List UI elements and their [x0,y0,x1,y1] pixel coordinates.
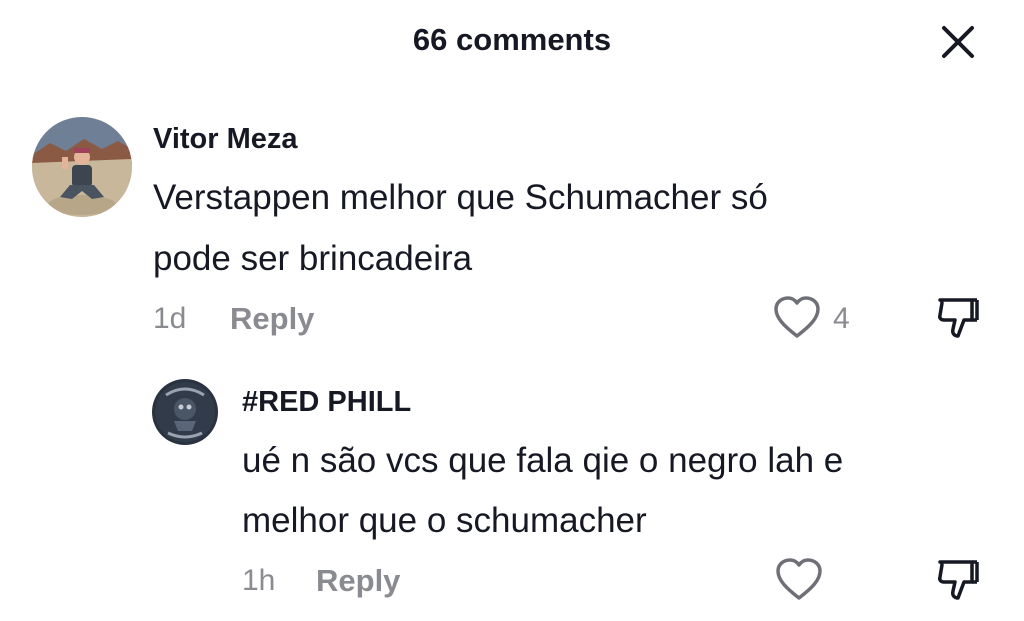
comment-username[interactable]: Vitor Meza [153,123,298,156]
comment-text-line: Verstappen melhor que Schumacher só [153,178,768,217]
heart-outline-icon [774,296,820,338]
user-avatar-photo [32,117,132,217]
like-count: 4 [833,302,850,335]
reply-button[interactable]: Reply [230,301,314,337]
thumbs-down-icon [938,298,979,338]
like-button[interactable] [772,294,822,342]
close-icon [942,26,974,58]
thumbs-down-icon [938,560,979,600]
comments-count-title: 66 comments [412,22,612,57]
comment-timestamp: 1h [242,564,276,597]
like-button[interactable] [774,556,824,604]
close-button[interactable] [936,20,980,64]
comment-timestamp: 1d [153,302,187,335]
dislike-button[interactable] [934,294,982,342]
comment-text-line: pode ser brincadeira [153,239,473,278]
avatar[interactable] [152,379,218,445]
comment-username[interactable]: #RED PHILL [242,386,411,419]
comment-text-line: ué n são vcs que fala qie o negro lah e [242,441,844,480]
avatar[interactable] [32,117,132,217]
heart-outline-icon [776,558,822,600]
reply-button[interactable]: Reply [316,563,400,599]
dislike-button[interactable] [934,556,982,604]
comment-text-line: melhor que o schumacher [242,501,647,540]
user-avatar-dark-emblem [152,379,218,445]
comments-header: 66 comments [0,0,1024,84]
